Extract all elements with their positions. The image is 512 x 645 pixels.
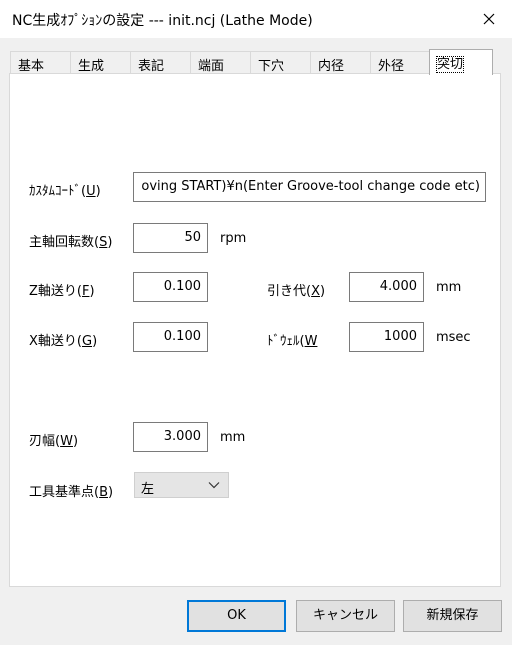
dwell-input[interactable]: 1000 [349,322,424,352]
tab-label: 表記 [138,59,165,74]
tab-label: 下穴 [258,59,285,74]
blade-width-key: W [60,434,73,449]
tab-panel-grooving: ｶｽﾀﾑｺｰﾄﾞ(U) oving START)¥n(Enter Groove-… [9,73,501,587]
z-feed-label: Z軸送り(F) [29,284,95,299]
blade-width-unit: mm [220,430,246,445]
blade-width-input[interactable]: 3.000 [133,422,208,452]
tool-reference-key: B [99,485,109,500]
spindle-speed-label: 主軸回転数(S) [29,235,113,250]
pullback-unit: mm [436,280,462,295]
tab-facing[interactable]: 端面 [190,51,251,74]
z-feed-label-text: Z軸送り [29,284,77,299]
tab-grooving[interactable]: 突切 [429,49,493,75]
tab-outer-diameter[interactable]: 外径 [370,51,431,74]
x-feed-label-text: X軸送り [29,334,77,349]
pullback-key: X [311,284,320,299]
close-icon [483,13,495,25]
save-new-button[interactable]: 新規保存 [403,600,502,632]
spindle-speed-key: S [99,235,108,250]
tab-inner-diameter[interactable]: 内径 [310,51,371,74]
z-feed-input[interactable]: 0.100 [133,272,208,302]
dwell-label-text: ﾄﾞｳｪﾙ [267,334,300,349]
pullback-label-text: 引き代 [267,284,307,299]
tab-label: 端面 [198,59,225,74]
blade-width-label: 刃幅(W) [29,434,79,449]
title-bar: NC生成ｵﾌﾟｼｮﾝの設定 --- init.ncj (Lathe Mode) [0,0,512,38]
cancel-button[interactable]: キャンセル [296,600,395,632]
blade-width-label-text: 刃幅 [29,434,56,449]
tool-reference-select[interactable]: 左 [134,472,229,498]
tab-label: 生成 [78,59,105,74]
tool-reference-label: 工具基準点(B) [29,485,114,500]
custom-code-key: U [86,184,96,199]
spindle-speed-unit: rpm [220,231,247,246]
tab-label: 突切 [435,56,465,73]
spindle-speed-label-text: 主軸回転数 [29,235,95,250]
ok-button[interactable]: OK [187,600,286,632]
tool-reference-label-text: 工具基準点 [29,485,95,500]
pullback-input[interactable]: 4.000 [349,272,424,302]
x-feed-label: X軸送り(G) [29,334,98,349]
tab-notation[interactable]: 表記 [130,51,191,74]
z-feed-key: F [81,284,90,299]
custom-code-label: ｶｽﾀﾑｺｰﾄﾞ(U) [29,184,101,199]
window-title: NC生成ｵﾌﾟｼｮﾝの設定 --- init.ncj (Lathe Mode) [12,13,313,29]
tab-basic[interactable]: 基本 [10,51,71,74]
tab-pilot-hole[interactable]: 下穴 [250,51,311,74]
x-feed-key: G [81,334,93,349]
tab-label: 外径 [378,59,405,74]
custom-code-input[interactable]: oving START)¥n(Enter Groove-tool change … [133,172,486,202]
tab-generate[interactable]: 生成 [70,51,131,74]
tab-label: 内径 [318,59,345,74]
dwell-unit: msec [436,330,471,345]
pullback-label: 引き代(X) [267,284,326,299]
tab-label: 基本 [18,59,45,74]
dwell-key: W [304,334,318,349]
chevron-down-icon [208,482,220,489]
custom-code-value: oving START)¥n(Enter Groove-tool change … [141,179,480,194]
tool-reference-value: 左 [141,482,155,497]
x-feed-input[interactable]: 0.100 [133,322,208,352]
dwell-label: ﾄﾞｳｪﾙ(W [267,334,318,349]
close-button[interactable] [466,0,512,38]
spindle-speed-input[interactable]: 50 [133,223,208,253]
custom-code-label-text: ｶｽﾀﾑｺｰﾄﾞ [29,184,81,199]
